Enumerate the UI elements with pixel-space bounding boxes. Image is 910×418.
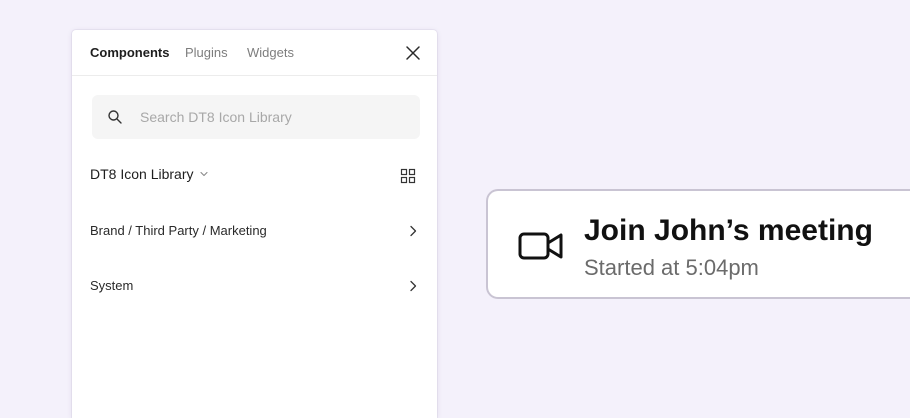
panel-header: Components Plugins Widgets — [72, 30, 437, 76]
meeting-title: Join John’s meeting — [584, 214, 873, 247]
search-icon — [108, 110, 122, 124]
close-icon[interactable] — [403, 43, 423, 63]
video-camera-icon — [518, 232, 563, 260]
list-item-label: Brand / Third Party / Marketing — [90, 223, 267, 238]
meeting-card[interactable]: Join John’s meeting Started at 5:04pm — [486, 189, 910, 299]
chevron-right-icon — [410, 225, 417, 237]
list-item-brand[interactable]: Brand / Third Party / Marketing — [72, 211, 437, 251]
search-input[interactable] — [140, 95, 410, 139]
search-box — [92, 95, 420, 139]
chevron-right-icon — [410, 280, 417, 292]
library-title: DT8 Icon Library — [90, 166, 194, 182]
tab-components[interactable]: Components — [90, 45, 169, 61]
library-selector[interactable]: DT8 Icon Library — [90, 165, 209, 183]
tab-plugins[interactable]: Plugins — [185, 45, 228, 61]
list-item-system[interactable]: System — [72, 266, 437, 306]
assets-panel: Components Plugins Widgets DT8 Icon Libr… — [72, 30, 437, 418]
tab-widgets[interactable]: Widgets — [247, 45, 294, 61]
grid-view-icon[interactable] — [400, 168, 416, 184]
chevron-down-icon — [200, 171, 209, 177]
list-item-label: System — [90, 278, 134, 293]
meeting-subtitle: Started at 5:04pm — [584, 255, 759, 280]
